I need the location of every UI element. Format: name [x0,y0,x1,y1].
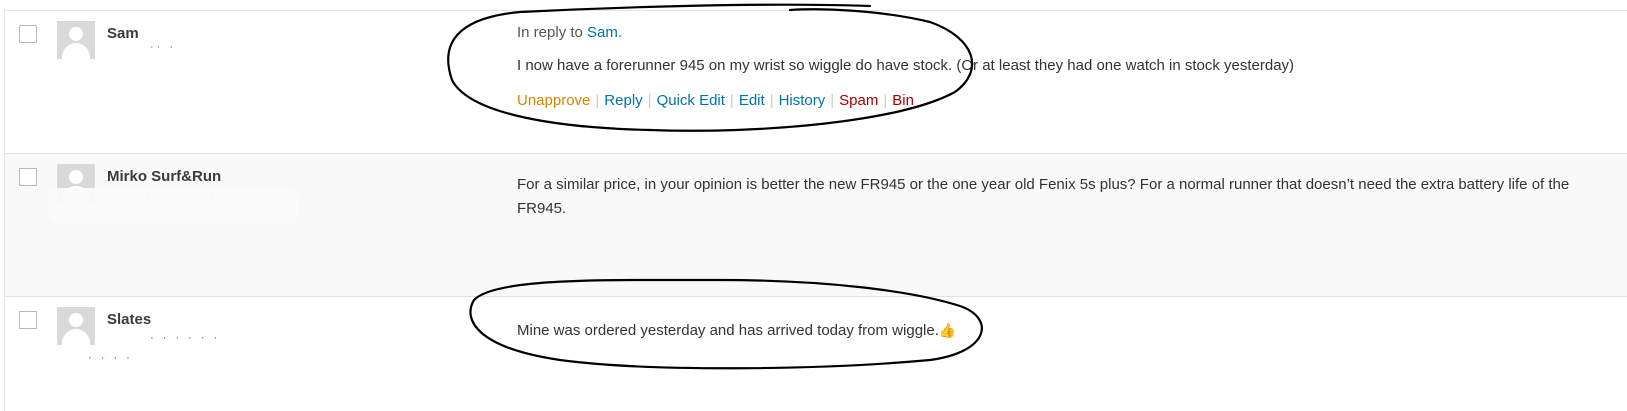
comment-author: Slates [107,311,152,328]
redaction-mark [48,188,298,224]
row-actions: Unapprove | Reply | Quick Edit | Edit | History |… [517,92,914,109]
thumbs-up-icon: 👍 [938,322,957,338]
in-reply-to: In reply to Sam. [517,21,1294,45]
avatar [57,307,95,345]
comment-text: I now have a forerunner 945 on my wrist … [517,57,1295,74]
comment-text: Mine was ordered yesterday and has arriv… [517,318,956,343]
author-meta-link[interactable]: ·· · [150,41,176,53]
in-reply-to-link[interactable]: Sam [587,24,618,41]
reply-link[interactable]: Reply [604,92,642,109]
comment-author: Mirko Surf&Run [107,168,222,185]
comment-text: For a similar price, in your opinion is … [517,176,1570,217]
edit-link[interactable]: Edit [739,92,765,109]
action-separator: | [647,92,652,109]
comment-content: Mine was ordered yesterday and has arriv… [517,318,956,343]
comment-content: In reply to Sam. I now have a forerunner… [517,21,1294,78]
action-separator: | [769,92,774,109]
bin-link[interactable]: Bin [892,92,914,109]
comment-content: For a similar price, in your opinion is … [517,173,1617,221]
comment-text-body: Mine was ordered yesterday and has arriv… [517,322,939,339]
row-checkbox[interactable] [19,25,37,43]
comment-author: Sam [107,25,139,42]
in-reply-to-label: In reply to [517,24,588,41]
unapprove-link[interactable]: Unapprove [517,92,590,109]
action-separator: | [729,92,734,109]
action-separator: | [883,92,888,109]
quick-edit-link[interactable]: Quick Edit [657,92,725,109]
avatar [57,21,95,59]
author-meta-link[interactable]: · · · · · · [150,332,220,344]
action-separator: | [830,92,835,109]
spam-link[interactable]: Spam [839,92,878,109]
comment-row [5,297,1627,410]
row-checkbox[interactable] [19,311,37,329]
action-separator: | [595,92,600,109]
history-link[interactable]: History [779,92,826,109]
in-reply-to-suffix: . [617,24,623,41]
author-meta-link[interactable]: · · · · [88,352,133,364]
row-checkbox[interactable] [19,168,37,186]
